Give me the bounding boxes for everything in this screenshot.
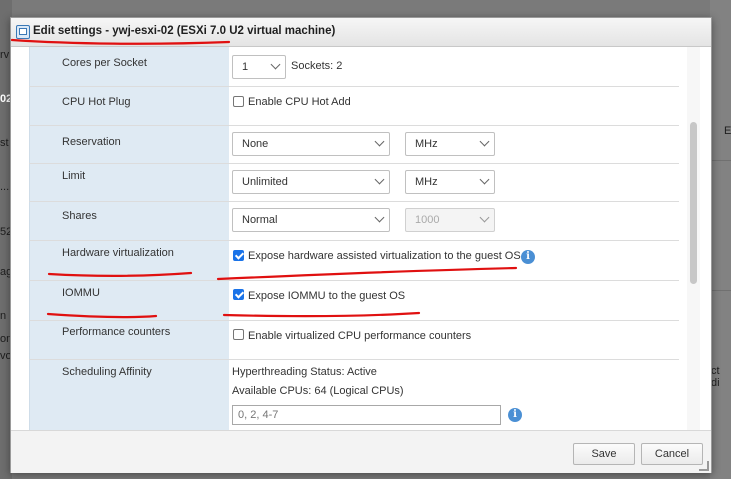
- background-text: rv: [0, 49, 10, 61]
- chevron-down-icon: [479, 212, 490, 223]
- row-iommu: IOMMU Expose IOMMU to the guest OS: [29, 281, 679, 321]
- row-reservation: Reservation None MHz: [29, 126, 679, 164]
- settings-content: Cores per Socket 1 Sockets: 2 CPU Hot Pl…: [11, 47, 711, 430]
- chevron-down-icon: [374, 174, 385, 185]
- background-text: n: [0, 310, 7, 322]
- info-icon[interactable]: i: [521, 250, 535, 264]
- row-cores-per-socket: Cores per Socket 1 Sockets: 2: [29, 47, 679, 87]
- reservation-unit-select[interactable]: MHz: [405, 132, 495, 156]
- available-cpus: Available CPUs: 64 (Logical CPUs): [232, 385, 404, 397]
- row-limit: Limit Unlimited MHz: [29, 164, 679, 202]
- shares-amount: 1000: [415, 214, 440, 226]
- reservation-value: None: [242, 138, 269, 150]
- vm-icon: [16, 25, 30, 39]
- shares-label: Shares: [62, 210, 97, 222]
- cpu-affinity-input[interactable]: [232, 405, 501, 425]
- cores-per-socket-label: Cores per Socket: [62, 57, 147, 69]
- cancel-button[interactable]: Cancel: [641, 443, 703, 465]
- shares-amount-select: 1000: [405, 208, 495, 232]
- shares-value: Normal: [242, 214, 278, 226]
- vertical-scrollbar[interactable]: [687, 47, 700, 430]
- row-hardware-virtualization: Hardware virtualization Expose hardware …: [29, 241, 679, 281]
- save-button[interactable]: Save: [573, 443, 635, 465]
- reservation-select[interactable]: None: [232, 132, 390, 156]
- cpu-hot-add-checkbox[interactable]: [233, 96, 244, 107]
- performance-counters-checkbox[interactable]: [233, 329, 244, 340]
- iommu-label: IOMMU: [62, 287, 100, 299]
- reservation-label: Reservation: [62, 136, 121, 148]
- limit-value: Unlimited: [242, 176, 288, 188]
- iommu-checkbox[interactable]: [233, 289, 244, 300]
- dialog-titlebar[interactable]: Edit settings - ywj-esxi-02 (ESXi 7.0 U2…: [11, 18, 711, 47]
- hyperthreading-status: Hyperthreading Status: Active: [232, 366, 377, 378]
- iommu-option: Expose IOMMU to the guest OS: [248, 290, 406, 302]
- cpu-settings-table: Cores per Socket 1 Sockets: 2 CPU Hot Pl…: [29, 47, 679, 430]
- info-icon[interactable]: i: [508, 408, 522, 422]
- scrollbar-thumb[interactable]: [690, 122, 697, 284]
- edit-settings-dialog: Edit settings - ywj-esxi-02 (ESXi 7.0 U2…: [10, 17, 712, 473]
- chevron-down-icon: [479, 136, 490, 147]
- row-shares: Shares Normal 1000: [29, 202, 679, 241]
- hardware-virtualization-label: Hardware virtualization: [62, 247, 174, 259]
- dialog-title: Edit settings - ywj-esxi-02 (ESXi 7.0 U2…: [33, 25, 336, 37]
- background-text: E: [724, 125, 731, 137]
- background-text: st: [0, 137, 9, 149]
- chevron-down-icon: [270, 59, 281, 70]
- background-text: ct di: [711, 365, 720, 389]
- row-cpu-hot-plug: CPU Hot Plug Enable CPU Hot Add: [29, 87, 679, 126]
- background-right-panel: [710, 0, 731, 479]
- cores-per-socket-select[interactable]: 1: [232, 55, 286, 79]
- resize-grip-icon[interactable]: [699, 461, 709, 471]
- chevron-down-icon: [479, 174, 490, 185]
- reservation-unit: MHz: [415, 138, 438, 150]
- cpu-hot-plug-label: CPU Hot Plug: [62, 96, 131, 108]
- dialog-footer: Save Cancel: [11, 430, 711, 473]
- shares-select[interactable]: Normal: [232, 208, 390, 232]
- performance-counters-option: Enable virtualized CPU performance count…: [248, 330, 472, 342]
- limit-label: Limit: [62, 170, 86, 182]
- background-text: ...: [0, 181, 10, 193]
- background-divider: [711, 290, 731, 291]
- sockets-text: Sockets: 2: [291, 60, 343, 72]
- cores-per-socket-value: 1: [242, 61, 249, 73]
- chevron-down-icon: [374, 136, 385, 147]
- scheduling-affinity-label: Scheduling Affinity: [62, 366, 152, 378]
- cpu-hot-add-label: Enable CPU Hot Add: [248, 96, 351, 108]
- limit-select[interactable]: Unlimited: [232, 170, 390, 194]
- row-performance-counters: Performance counters Enable virtualized …: [29, 321, 679, 360]
- limit-unit: MHz: [415, 176, 438, 188]
- performance-counters-label: Performance counters: [62, 326, 171, 338]
- hardware-virtualization-checkbox[interactable]: [233, 250, 244, 261]
- row-scheduling-affinity: Scheduling Affinity Hyperthreading Statu…: [29, 360, 679, 430]
- background-divider: [711, 160, 731, 161]
- hardware-virtualization-option: Expose hardware assisted virtualization …: [248, 250, 521, 262]
- limit-unit-select[interactable]: MHz: [405, 170, 495, 194]
- chevron-down-icon: [374, 212, 385, 223]
